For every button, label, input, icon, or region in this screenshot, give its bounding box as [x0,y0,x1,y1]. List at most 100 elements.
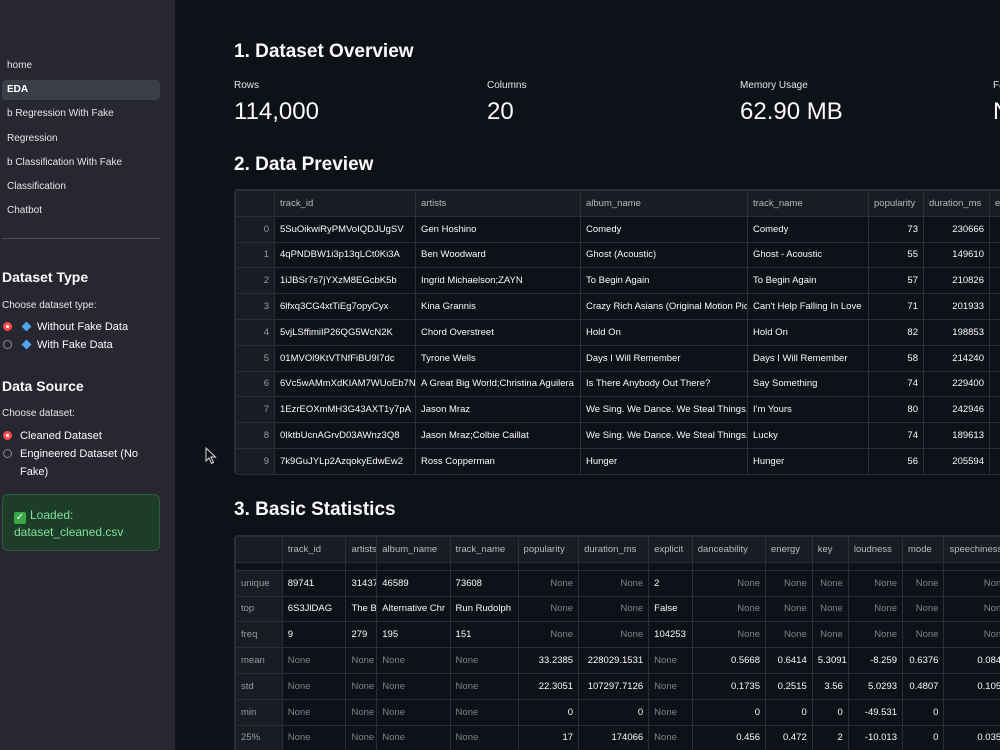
table-cell[interactable]: None [691,621,767,649]
column-header[interactable]: artists [345,536,378,563]
table-cell[interactable]: Say Something [747,370,869,398]
table-cell[interactable]: None [281,647,347,674]
row-index[interactable]: 5 [235,344,275,372]
table-cell[interactable]: None [517,621,580,649]
column-header[interactable]: key [811,536,849,563]
row-index[interactable]: 1 [235,241,275,269]
table-cell[interactable]: 205594 [923,447,990,474]
table-cell[interactable]: 22.3051 [517,672,580,700]
table-cell[interactable]: 0.1057 [943,672,1000,700]
table-cell[interactable]: None [345,698,378,726]
table-cell[interactable]: None [449,672,519,700]
column-header[interactable]: loudness [847,536,904,563]
nav-item-regression[interactable]: Regression [2,129,160,149]
column-header[interactable] [235,536,283,563]
table-cell[interactable]: Can't Help Falling In Love [747,293,869,320]
table-cell[interactable] [989,422,1000,449]
radio-cleaned-dataset[interactable]: Cleaned Dataset [2,427,152,445]
table-cell[interactable]: The Beat [345,595,378,623]
table-cell[interactable]: 0.6376 [902,647,945,674]
radio-without-fake-data[interactable]: Without Fake Data [2,318,152,336]
column-header[interactable]: album_name [580,190,748,217]
row-index[interactable]: 0 [235,215,275,243]
row-index[interactable]: 25% [235,724,283,750]
table-cell[interactable]: Is There Anybody Out There? [580,370,748,398]
table-cell[interactable] [989,293,1000,320]
table-cell[interactable] [989,267,1000,295]
table-cell[interactable]: 195 [376,621,451,649]
table-cell[interactable]: None [943,569,1000,597]
table-cell[interactable]: None [902,595,945,623]
row-index[interactable]: 3 [235,293,275,320]
table-cell[interactable]: 17 [517,724,580,750]
row-index[interactable]: 2 [235,267,275,295]
table-cell[interactable] [989,396,1000,424]
table-cell[interactable]: None [281,698,347,726]
table-cell[interactable]: 0.0847 [943,647,1000,674]
table-cell[interactable]: I'm Yours [747,396,869,424]
row-index[interactable]: top [235,595,283,623]
nav-item-b-classification-with-fake[interactable]: b Classification With Fake [2,153,160,173]
table-cell[interactable]: 6Vc5wAMmXdKIAM7WUoEb7N [274,370,416,398]
table-cell[interactable]: 46589 [376,569,451,597]
table-cell[interactable]: 7k9GuJYLp2AzqokyEdwEw2 [274,447,416,474]
table-cell[interactable]: 229400 [923,370,990,398]
table-cell[interactable]: 4qPNDBW1i3p13qLCt0Ki3A [274,241,416,269]
table-cell[interactable]: 0 [578,698,650,726]
table-cell[interactable]: 5.0293 [847,672,904,700]
table-cell[interactable]: Hold On [580,318,748,346]
row-index[interactable]: min [235,698,283,726]
table-cell[interactable]: Gen Hoshino [415,215,581,243]
table-cell[interactable]: None [578,569,650,597]
table-cell[interactable]: 82 [868,318,924,346]
row-index[interactable]: unique [235,569,283,597]
table-cell[interactable]: 0 [902,698,945,726]
table-cell[interactable]: False [648,595,693,623]
nav-item-chatbot[interactable]: Chatbot [2,201,160,221]
table-cell[interactable]: Ingrid Michaelson;ZAYN [415,267,581,295]
table-cell[interactable]: 0 [811,698,849,726]
column-header[interactable]: duration_ms [578,536,650,563]
table-cell[interactable]: 0 [765,698,813,726]
table-cell[interactable]: None [811,621,849,649]
table-cell[interactable]: Lucky [747,422,869,449]
table-cell[interactable]: 242946 [923,396,990,424]
table-cell[interactable]: A Great Big World;Christina Aguilera [415,370,581,398]
table-cell[interactable]: 0 [902,724,945,750]
table-cell[interactable]: 2 [811,724,849,750]
table-cell[interactable]: Alternative Chr [376,595,451,623]
table-cell[interactable]: Crazy Rich Asians (Original Motion Pic [580,293,748,320]
table-cell[interactable]: None [578,621,650,649]
table-cell[interactable]: None [449,724,519,750]
table-cell[interactable]: None [811,595,849,623]
table-cell[interactable]: 31437 [345,569,378,597]
nav-item-b-regression-with-fake[interactable]: b Regression With Fake [2,104,160,124]
table-cell[interactable]: Ben Woodward [415,241,581,269]
table-cell[interactable]: 0.4807 [902,672,945,700]
column-header[interactable]: ex [989,190,1000,217]
column-header[interactable]: popularity [868,190,924,217]
table-cell[interactable]: None [648,672,693,700]
table-cell[interactable]: 0 [517,698,580,726]
column-header[interactable]: artists [415,190,581,217]
table-cell[interactable]: 151 [449,621,519,649]
table-cell[interactable]: 1EzrEOXmMH3G43AXT1y7pA [274,396,416,424]
nav-item-home[interactable]: home [2,56,160,76]
table-cell[interactable]: 71 [868,293,924,320]
table-cell[interactable]: None [578,595,650,623]
table-cell[interactable]: None [691,569,767,597]
table-cell[interactable]: 5vjLSffimiIP26QG5WcN2K [274,318,416,346]
table-cell[interactable]: 0.1735 [691,672,767,700]
table-cell[interactable]: None [376,647,451,674]
table-cell[interactable]: 55 [868,241,924,269]
table-cell[interactable]: None [648,698,693,726]
table-cell[interactable]: 189613 [923,422,990,449]
column-header[interactable]: album_name [376,536,451,563]
table-cell[interactable]: None [902,621,945,649]
table-cell[interactable]: 0 [943,698,1000,726]
table-cell[interactable]: 0IktbUcnAGrvD03AWnz3Q8 [274,422,416,449]
table-cell[interactable]: Kina Grannis [415,293,581,320]
table-cell[interactable]: 3.56 [811,672,849,700]
column-header[interactable]: speechiness [943,536,1000,563]
table-cell[interactable]: Ross Copperman [415,447,581,474]
